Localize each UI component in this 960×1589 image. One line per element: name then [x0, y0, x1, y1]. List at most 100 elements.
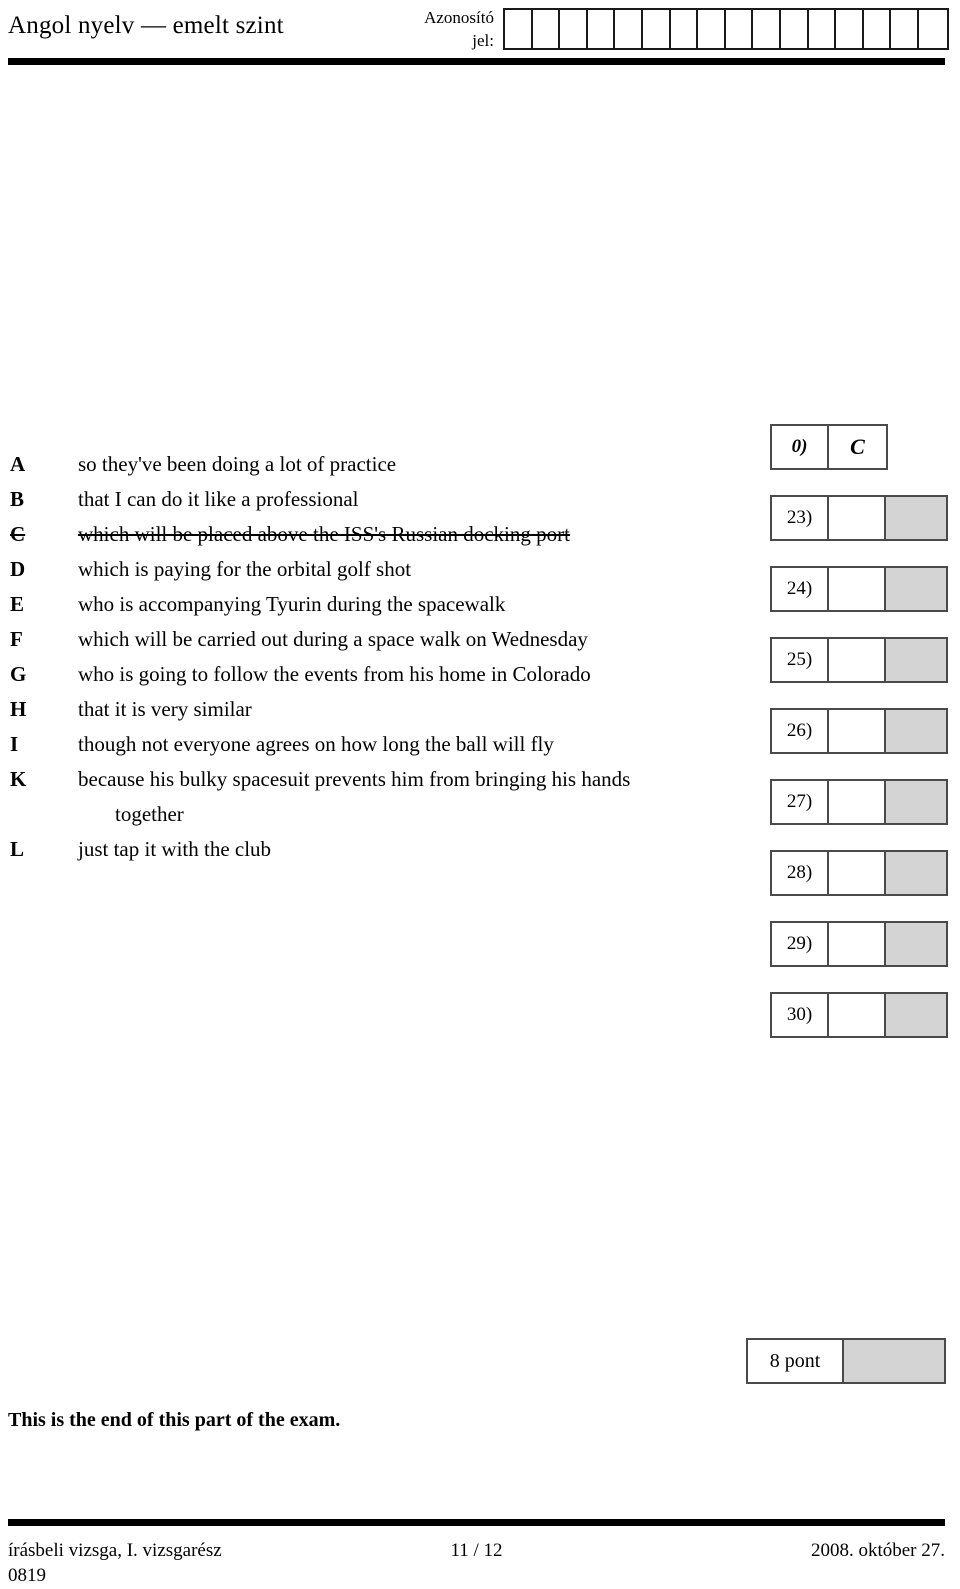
- answer-score-cell[interactable]: [886, 710, 946, 752]
- option-text: because his bulky spacesuit prevents him…: [78, 767, 631, 791]
- option-row: Aso they've been doing a lot of practice: [0, 447, 700, 482]
- option-letter: C: [10, 522, 26, 546]
- option-letter: I: [10, 732, 19, 756]
- answer-value-cell[interactable]: [829, 852, 886, 894]
- answer-number: 24): [772, 568, 829, 610]
- identifier-cell[interactable]: [726, 10, 754, 48]
- identifier-label: Azonosító jel:: [372, 6, 494, 52]
- answer-value-cell[interactable]: [829, 568, 886, 610]
- option-text: though not everyone agrees on how long t…: [78, 732, 554, 756]
- exam-title: Angol nyelv — emelt szint: [8, 12, 284, 39]
- answer-row: 30): [770, 992, 948, 1038]
- option-row: Fwhich will be carried out during a spac…: [0, 622, 700, 657]
- identifier-cell[interactable]: [533, 10, 561, 48]
- option-text: that it is very similar: [78, 697, 252, 721]
- answer-row: 27): [770, 779, 948, 825]
- option-text: so they've been doing a lot of practice: [78, 452, 397, 476]
- score-box: 8 pont: [746, 1338, 946, 1384]
- answer-value-cell[interactable]: [829, 710, 886, 752]
- identifier-cell[interactable]: [781, 10, 809, 48]
- answer-score-cell[interactable]: [886, 497, 946, 539]
- identifier-cell[interactable]: [864, 10, 892, 48]
- answer-score-cell[interactable]: [886, 994, 946, 1036]
- answer-row: 29): [770, 921, 948, 967]
- options-list: Aso they've been doing a lot of practice…: [0, 447, 700, 867]
- option-row: Ljust tap it with the club: [0, 832, 700, 867]
- identifier-cell[interactable]: [919, 10, 947, 48]
- identifier-cell[interactable]: [753, 10, 781, 48]
- option-row: Kbecause his bulky spacesuit prevents hi…: [0, 762, 700, 797]
- option-letter: K: [10, 767, 27, 791]
- option-row: Ithough not everyone agrees on how long …: [0, 727, 700, 762]
- footer-rule: [8, 1519, 945, 1526]
- answer-value-cell[interactable]: [829, 781, 886, 823]
- answer-number: 26): [772, 710, 829, 752]
- option-row: Gwho is going to follow the events from …: [0, 657, 700, 692]
- answer-row: 23): [770, 495, 948, 541]
- answer-score-cell[interactable]: [886, 852, 946, 894]
- option-text: together: [115, 802, 184, 826]
- answer-score-cell[interactable]: [886, 781, 946, 823]
- option-letter: E: [10, 592, 25, 616]
- footer-date: 2008. október 27.: [810, 1540, 945, 1561]
- answer-number: 23): [772, 497, 829, 539]
- option-row: Bthat I can do it like a professional: [0, 482, 700, 517]
- option-letter: L: [10, 837, 25, 861]
- identifier-cell[interactable]: [698, 10, 726, 48]
- option-row: Cwhich will be placed above the ISS's Ru…: [0, 517, 700, 552]
- option-text: that I can do it like a professional: [78, 487, 359, 511]
- identifier-cell[interactable]: [615, 10, 643, 48]
- option-letter: H: [10, 697, 27, 721]
- answer-number: 30): [772, 994, 829, 1036]
- option-letter: A: [10, 452, 26, 476]
- answer-value-cell[interactable]: [829, 994, 886, 1036]
- score-label: 8 pont: [748, 1340, 844, 1382]
- identifier-cell[interactable]: [891, 10, 919, 48]
- answer-value-cell[interactable]: [829, 497, 886, 539]
- option-text: who is accompanying Tyurin during the sp…: [78, 592, 506, 616]
- option-letter: F: [10, 627, 23, 651]
- answer-value-cell[interactable]: [829, 923, 886, 965]
- end-of-part-note: This is the end of this part of the exam…: [8, 1409, 341, 1431]
- answer-row: 24): [770, 566, 948, 612]
- identifier-label-line2: jel:: [472, 31, 494, 50]
- answer-row: 0) C: [770, 424, 888, 470]
- answer-value-cell[interactable]: [829, 639, 886, 681]
- identifier-label-line1: Azonosító: [424, 8, 494, 27]
- option-text: just tap it with the club: [78, 837, 272, 861]
- answer-score-cell[interactable]: [886, 568, 946, 610]
- option-text: who is going to follow the events from h…: [78, 662, 591, 686]
- answer-row: 26): [770, 708, 948, 754]
- option-text: which will be placed above the ISS's Rus…: [78, 522, 570, 546]
- identifier-cell[interactable]: [671, 10, 699, 48]
- option-row: Ewho is accompanying Tyurin during the s…: [0, 587, 700, 622]
- answer-row: 28): [770, 850, 948, 896]
- option-row: Dwhich is paying for the orbital golf sh…: [0, 552, 700, 587]
- answer-number: 27): [772, 781, 829, 823]
- option-text: which is paying for the orbital golf sho…: [78, 557, 412, 581]
- answer-row: 25): [770, 637, 948, 683]
- identifier-cell[interactable]: [643, 10, 671, 48]
- option-row: together: [0, 797, 700, 832]
- option-text: which will be carried out during a space…: [78, 627, 588, 651]
- identifier-cell[interactable]: [560, 10, 588, 48]
- identifier-cell[interactable]: [836, 10, 864, 48]
- answer-number: 0): [772, 426, 829, 468]
- option-letter: B: [10, 487, 25, 511]
- identifier-grid[interactable]: [503, 8, 949, 50]
- exam-page: Angol nyelv — emelt szint Azonosító jel:…: [0, 0, 960, 1589]
- identifier-cell[interactable]: [588, 10, 616, 48]
- option-letter: D: [10, 557, 26, 581]
- footer-exam-code: 0819: [8, 1565, 46, 1586]
- option-row: Hthat it is very similar: [0, 692, 700, 727]
- option-letter: G: [10, 662, 27, 686]
- identifier-cell[interactable]: [505, 10, 533, 48]
- answer-score-cell[interactable]: [886, 923, 946, 965]
- header-rule: [8, 58, 945, 65]
- answer-number: 28): [772, 852, 829, 894]
- identifier-cell[interactable]: [809, 10, 837, 48]
- answer-number: 29): [772, 923, 829, 965]
- score-blank-cell[interactable]: [844, 1340, 944, 1382]
- answer-value-cell[interactable]: C: [829, 426, 886, 468]
- answer-score-cell[interactable]: [886, 639, 946, 681]
